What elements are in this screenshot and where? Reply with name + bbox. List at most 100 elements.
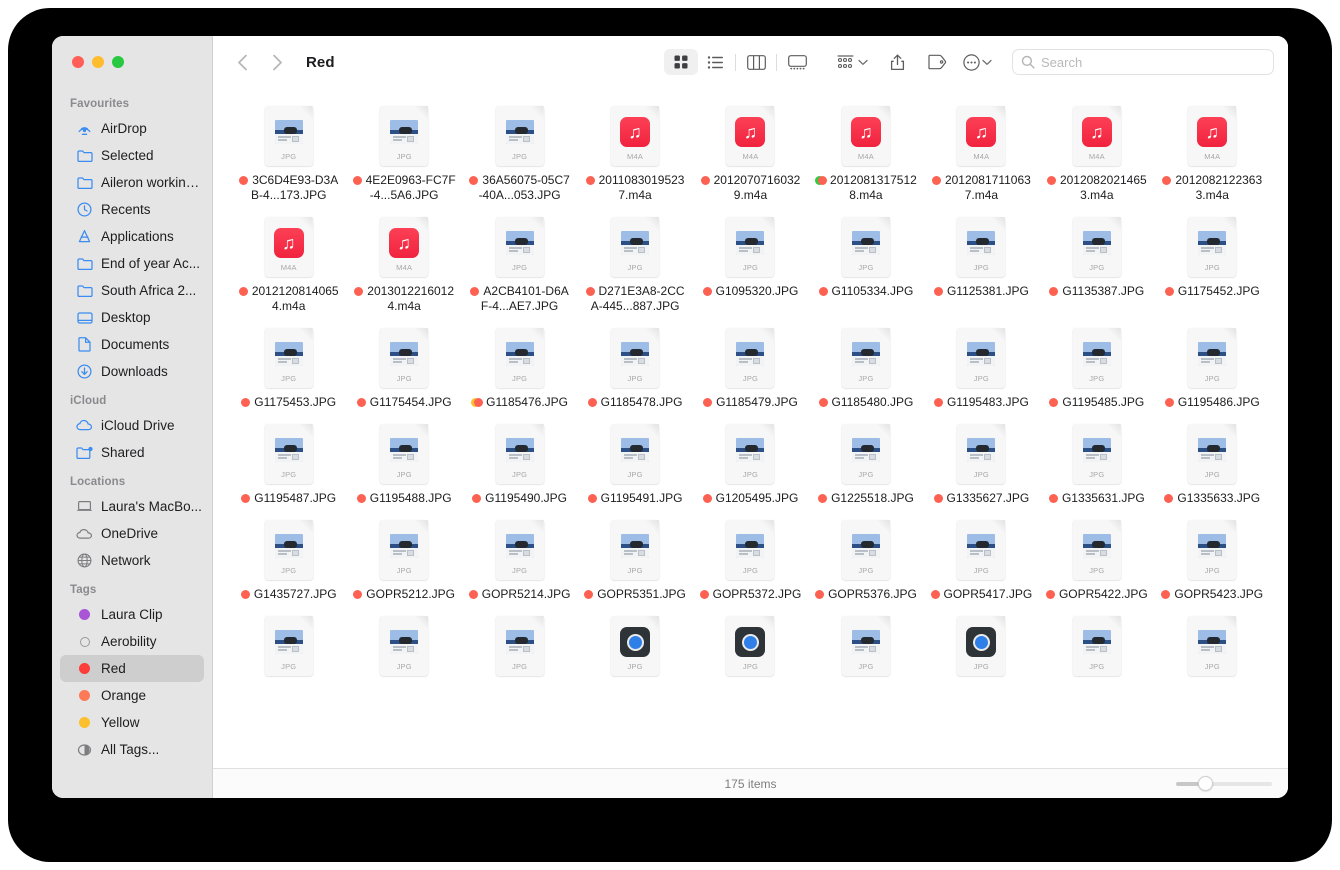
file-item[interactable]: JPG G1435727.JPG [231,518,346,602]
sidebar-item-red[interactable]: Red [60,655,204,682]
file-item[interactable]: JPG GOPR5417.JPG [924,518,1039,602]
file-item[interactable]: JPG [231,614,346,683]
file-item[interactable]: JPG [462,614,577,683]
sidebar-item-aerobility[interactable]: Aerobility [60,628,204,655]
group-by-button[interactable] [832,49,858,75]
sidebar-item-yellow[interactable]: Yellow [60,709,204,736]
file-item[interactable]: JPG G1335627.JPG [924,422,1039,506]
file-name-text: 20121208140654.m4a [252,284,339,313]
file-item[interactable]: JPG [1039,614,1154,683]
file-item[interactable]: ♫ M4A 20130122160124.m4a [346,215,461,314]
sidebar-item-onedrive[interactable]: OneDrive [60,520,204,547]
sidebar-item-laura-clip[interactable]: Laura Clip [60,601,204,628]
file-item[interactable]: JPG 4E2E0963-FC7F-4...5A6.JPG [346,104,461,203]
tag-dot-icon [354,287,363,296]
sidebar-item-laura-s-macbo[interactable]: Laura's MacBo... [60,493,204,520]
sidebar-item-all-tags[interactable]: All Tags... [60,736,204,763]
file-browser-area[interactable]: JPG 3C6D4E93-D3AB-4...173.JPG JPG 4E2E09… [213,88,1288,768]
file-item[interactable]: JPG [924,614,1039,683]
tag-dot-icon [586,287,595,296]
file-item[interactable]: JPG G1195491.JPG [577,422,692,506]
icon-size-slider[interactable] [1176,777,1272,791]
sidebar-item-icloud-drive[interactable]: iCloud Drive [60,412,204,439]
file-item[interactable]: ♫ M4A 20120813175128.m4a [808,104,923,203]
sidebar-item-shared[interactable]: Shared [60,439,204,466]
file-item[interactable]: JPG GOPR5423.JPG [1155,518,1270,602]
zoom-button[interactable] [112,56,124,68]
file-item[interactable]: JPG G1225518.JPG [808,422,923,506]
more-chevron-down-icon[interactable] [982,59,992,66]
file-item[interactable]: JPG 3C6D4E93-D3AB-4...173.JPG [231,104,346,203]
more-button[interactable] [960,49,982,75]
list-view-button[interactable] [698,49,732,75]
sidebar-item-documents[interactable]: Documents [60,331,204,358]
file-item[interactable]: JPG G1195487.JPG [231,422,346,506]
gallery-view-button[interactable] [780,49,814,75]
file-item[interactable]: JPG GOPR5422.JPG [1039,518,1154,602]
tags-button[interactable] [920,49,954,75]
file-item[interactable]: JPG G1105334.JPG [808,215,923,314]
file-item[interactable]: ♫ M4A 20121208140654.m4a [231,215,346,314]
sidebar-item-applications[interactable]: Applications [60,223,204,250]
file-extension-label: JPG [265,566,313,575]
sidebar-item-downloads[interactable]: Downloads [60,358,204,385]
close-button[interactable] [72,56,84,68]
slider-knob[interactable] [1198,776,1213,791]
file-item[interactable]: JPG D271E3A8-2CCA-445...887.JPG [577,215,692,314]
icon-view-button[interactable] [664,49,698,75]
file-name-text: 36A56075-05C7-40A...053.JPG [479,173,570,202]
file-item[interactable]: JPG G1195490.JPG [462,422,577,506]
file-item[interactable]: JPG G1195485.JPG [1039,326,1154,410]
file-item[interactable]: JPG [808,614,923,683]
file-item[interactable]: JPG G1195486.JPG [1155,326,1270,410]
file-item[interactable]: ♫ M4A 20110830195237.m4a [577,104,692,203]
sidebar-item-selected[interactable]: Selected [60,142,204,169]
file-item[interactable]: JPG GOPR5372.JPG [693,518,808,602]
file-item[interactable]: JPG GOPR5351.JPG [577,518,692,602]
file-item[interactable]: ♫ M4A 20120821223633.m4a [1155,104,1270,203]
sidebar-item-network[interactable]: Network [60,547,204,574]
file-item[interactable]: JPG G1175453.JPG [231,326,346,410]
file-item[interactable]: JPG GOPR5212.JPG [346,518,461,602]
share-button[interactable] [880,49,914,75]
file-item[interactable]: JPG GOPR5376.JPG [808,518,923,602]
file-item[interactable]: JPG G1195483.JPG [924,326,1039,410]
sidebar-item-south-africa-2[interactable]: South Africa 2... [60,277,204,304]
sidebar-item-recents[interactable]: Recents [60,196,204,223]
sidebar-item-airdrop[interactable]: AirDrop [60,115,204,142]
file-item[interactable]: JPG G1125381.JPG [924,215,1039,314]
file-item[interactable]: ♫ M4A 20120707160329.m4a [693,104,808,203]
file-item[interactable]: JPG GOPR5214.JPG [462,518,577,602]
file-item[interactable]: JPG [1155,614,1270,683]
sidebar-item-end-of-year-ac[interactable]: End of year Ac... [60,250,204,277]
file-item[interactable]: JPG G1185480.JPG [808,326,923,410]
file-item[interactable]: JPG G1335631.JPG [1039,422,1154,506]
sidebar-item-desktop[interactable]: Desktop [60,304,204,331]
minimize-button[interactable] [92,56,104,68]
file-item[interactable]: JPG [693,614,808,683]
file-item[interactable]: JPG G1185479.JPG [693,326,808,410]
file-item[interactable]: JPG G1195488.JPG [346,422,461,506]
search-field[interactable] [1012,49,1274,75]
sidebar-item-orange[interactable]: Orange [60,682,204,709]
file-item[interactable]: JPG G1095320.JPG [693,215,808,314]
file-item[interactable]: JPG [346,614,461,683]
file-item[interactable]: JPG G1185476.JPG [462,326,577,410]
file-item[interactable]: JPG 36A56075-05C7-40A...053.JPG [462,104,577,203]
back-button[interactable] [229,49,255,75]
file-item[interactable]: JPG G1205495.JPG [693,422,808,506]
file-item[interactable]: JPG [577,614,692,683]
file-item[interactable]: ♫ M4A 20120820214653.m4a [1039,104,1154,203]
file-item[interactable]: JPG G1175454.JPG [346,326,461,410]
file-item[interactable]: JPG G1185478.JPG [577,326,692,410]
chevron-down-icon[interactable] [858,59,868,66]
search-input[interactable] [1041,55,1265,70]
file-item[interactable]: JPG G1135387.JPG [1039,215,1154,314]
file-item[interactable]: JPG G1175452.JPG [1155,215,1270,314]
file-item[interactable]: JPG G1335633.JPG [1155,422,1270,506]
file-item[interactable]: JPG A2CB4101-D6AF-4...AE7.JPG [462,215,577,314]
file-item[interactable]: ♫ M4A 20120817110637.m4a [924,104,1039,203]
forward-button[interactable] [264,49,290,75]
sidebar-item-aileron-working[interactable]: Aileron working... [60,169,204,196]
column-view-button[interactable] [739,49,773,75]
